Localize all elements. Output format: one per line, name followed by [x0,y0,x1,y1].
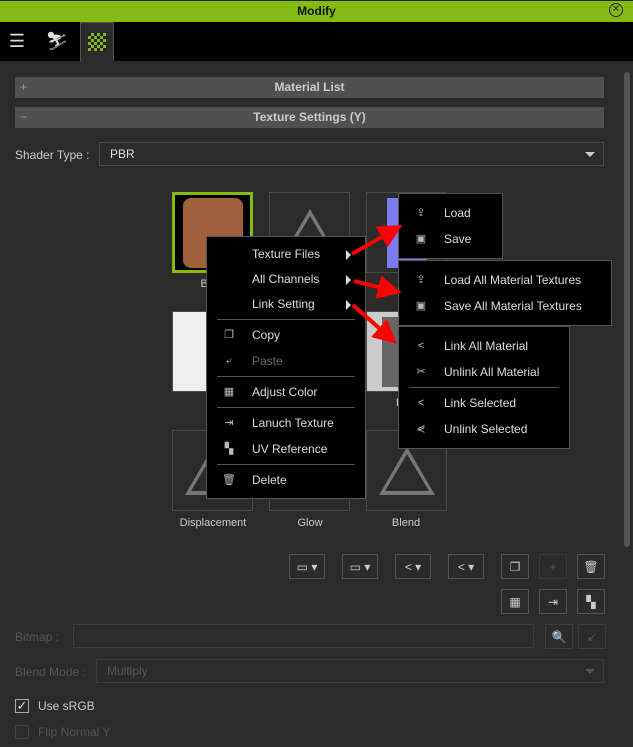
arrow-to-texture-files [351,225,403,256]
arrow-to-all-channels [353,275,402,299]
scrollbar[interactable] [624,72,630,547]
blend-mode-label: Blend Mode : [15,665,86,679]
flip-normal-y-label: Flip Normal Y [38,725,111,739]
copy-button[interactable]: ❐ [501,554,529,579]
import-bitmap-button: ↙ [578,624,606,649]
uv-reference-icon: ▚ [586,594,596,609]
paste-button: + [539,554,567,579]
trash-icon: 🗑 [583,559,599,574]
browse-bitmap-button: 🔍 [545,624,573,649]
link-button[interactable]: < ▾ [395,554,431,579]
use-srgb-checkbox[interactable]: ✓ [15,699,29,713]
checkmark-icon: ✓ [16,698,28,713]
chevron-down-icon [585,669,595,674]
bitmap-input[interactable] [73,624,534,648]
save-all-icon: ▭ ▾ [349,559,371,574]
adjust-color-button[interactable]: ▦ [501,589,529,614]
paste-icon: + [549,559,557,574]
save-texture-button[interactable]: ▭ ▾ [289,554,325,579]
save-icon: ▭ ▾ [296,559,318,574]
blend-mode-dropdown: Multiply [96,659,604,683]
blend-mode-value: Multiply [107,664,148,678]
browse-icon: 🔍 [551,629,567,644]
flip-normal-y-checkbox [15,725,29,739]
copy-icon: ❐ [509,559,521,574]
launch-texture-button[interactable]: ⇥ [539,589,567,614]
bitmap-label: Bitmap : [15,630,60,644]
import-icon: ↙ [586,629,598,644]
delete-button[interactable]: 🗑 [577,554,605,579]
link-selected-icon: < ▾ [457,559,475,574]
link-selected-button[interactable]: < ▾ [448,554,484,579]
save-all-button[interactable]: ▭ ▾ [342,554,378,579]
launch-texture-icon: ⇥ [547,594,559,609]
uv-reference-button[interactable]: ▚ [577,589,605,614]
arrow-to-link-setting [351,303,397,344]
use-srgb-label: Use sRGB [38,699,95,713]
adjust-color-icon: ▦ [509,594,521,609]
link-icon: < ▾ [404,559,422,574]
